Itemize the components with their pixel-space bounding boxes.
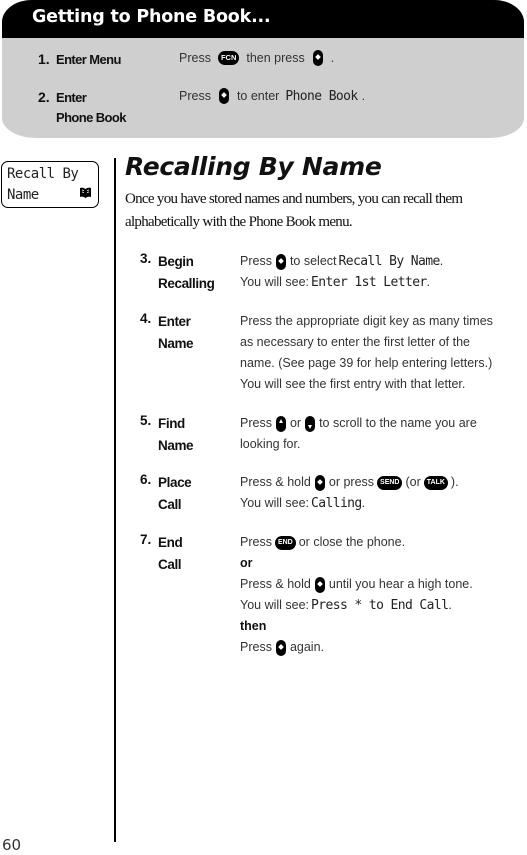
- step-number: 5.: [140, 413, 152, 428]
- step-description: Press END or close the phone. or Press &…: [240, 532, 527, 658]
- end-key-icon: END: [274, 535, 296, 550]
- desc-line: looking for.: [240, 437, 301, 451]
- banner-step-1: 1. Enter Menu: [38, 51, 121, 67]
- then-connector: then: [240, 619, 267, 633]
- desc-text: or close the phone.: [298, 535, 406, 549]
- step-description: Press to select Recall By Name. You will…: [240, 251, 527, 293]
- nav-select-key-icon: [314, 474, 325, 491]
- desc-line: name. (See page 39 for help entering let…: [240, 356, 493, 370]
- page-number: 60: [2, 836, 22, 854]
- step-description: Press or to scroll to the name you are l…: [240, 413, 527, 455]
- step-label: Enter: [56, 90, 87, 105]
- step-number: 4.: [140, 311, 152, 326]
- display-text: Calling: [311, 496, 362, 511]
- step-label: Enter: [158, 314, 191, 329]
- step-description: Press the appropriate digit key as many …: [240, 311, 527, 395]
- desc-text: (or: [405, 475, 421, 489]
- send-key-icon: SEND: [377, 475, 403, 490]
- lcd-display: Recall By Name: [1, 161, 99, 208]
- intro-paragraph: Once you have stored names and numbers, …: [125, 191, 463, 230]
- desc-text: or press: [328, 475, 375, 489]
- step-label: Enter Menu: [56, 52, 121, 67]
- desc-text: until you hear a high tone.: [328, 577, 473, 591]
- step-label-line2: Call: [158, 497, 182, 512]
- nav-select-key-icon: [275, 253, 286, 270]
- desc-text: to select: [289, 254, 337, 268]
- desc-text: Press & hold: [240, 475, 311, 489]
- desc-text: Press: [240, 254, 272, 268]
- nav-down-key-icon: [305, 415, 316, 432]
- banner-step-2: 2. Enter Phone Book: [38, 89, 126, 125]
- desc-text: Press: [240, 416, 272, 430]
- lcd-line-2: Name: [7, 187, 39, 203]
- desc-text: Press: [179, 89, 211, 103]
- nav-select-key-icon: [314, 576, 325, 593]
- desc-text: .: [330, 51, 335, 65]
- nav-select-key-icon: [218, 88, 229, 104]
- step-label-line2: Call: [158, 557, 182, 572]
- step-number: 6.: [140, 472, 152, 487]
- step-number: 3.: [140, 251, 152, 266]
- desc-text: again.: [289, 640, 325, 654]
- step-number: 1.: [38, 51, 50, 67]
- desc-text: You will see:: [240, 275, 310, 289]
- step-label-line2: Name: [158, 438, 194, 453]
- desc-text: to scroll to the name you are: [319, 416, 477, 430]
- step-description: Press & hold or press SEND (or TALK). Yo…: [240, 472, 527, 514]
- desc-text: .: [426, 275, 431, 289]
- nav-select-key-icon: [275, 639, 286, 656]
- vertical-divider: [114, 158, 116, 842]
- desc-text: .: [361, 89, 366, 103]
- desc-text: .: [361, 496, 366, 510]
- banner-step-2-desc: Press to enter Phone Book.: [179, 88, 365, 104]
- step-number: 2.: [38, 89, 50, 105]
- step-label: End: [158, 535, 183, 550]
- step-label: Find: [158, 416, 185, 431]
- display-text: Recall By Name: [338, 254, 441, 269]
- desc-text: Press & hold: [240, 577, 311, 591]
- desc-text: Press: [240, 640, 272, 654]
- desc-text: Press: [240, 535, 272, 549]
- talk-key-icon: TALK: [423, 475, 448, 490]
- desc-text: You will see:: [240, 598, 310, 612]
- desc-text: then press: [246, 51, 305, 65]
- display-text: Phone Book: [285, 88, 358, 104]
- banner-title: Getting to Phone Book...: [32, 7, 271, 27]
- desc-line: as necessary to enter the first letter o…: [240, 335, 470, 349]
- desc-line: You will see the first entry with that l…: [240, 377, 466, 391]
- step-label-line2: Phone Book: [56, 110, 126, 125]
- display-text: Enter 1st Letter: [311, 275, 427, 290]
- banner-title-bar: Getting to Phone Book...: [2, 0, 524, 38]
- book-icon: [80, 187, 91, 198]
- nav-up-key-icon: [275, 415, 286, 432]
- or-connector: or: [240, 556, 253, 570]
- desc-text: .: [439, 254, 444, 268]
- desc-text: You will see:: [240, 496, 310, 510]
- banner-step-1-desc: Press FCN then press .: [179, 50, 334, 66]
- desc-text: to enter: [236, 89, 280, 103]
- step-label: Place: [158, 475, 192, 490]
- desc-text: Press: [179, 51, 211, 65]
- step-number: 7.: [140, 532, 152, 547]
- desc-text: ).: [450, 475, 459, 489]
- desc-text: or: [289, 416, 302, 430]
- page-title: Recalling By Name: [125, 152, 382, 181]
- step-label-line2: Recalling: [158, 276, 215, 291]
- nav-select-key-icon: [312, 50, 323, 66]
- display-text: Press * to End Call: [311, 598, 449, 613]
- step-label: Begin: [158, 254, 194, 269]
- desc-text: .: [448, 598, 452, 612]
- fcn-key-icon: FCN: [217, 51, 240, 65]
- getting-to-phone-book-banner: Getting to Phone Book... 1. Enter Menu Pr…: [2, 0, 524, 138]
- step-label-line2: Name: [158, 336, 194, 351]
- lcd-line-1: Recall By: [7, 166, 79, 182]
- desc-line: Press the appropriate digit key as many …: [240, 314, 493, 328]
